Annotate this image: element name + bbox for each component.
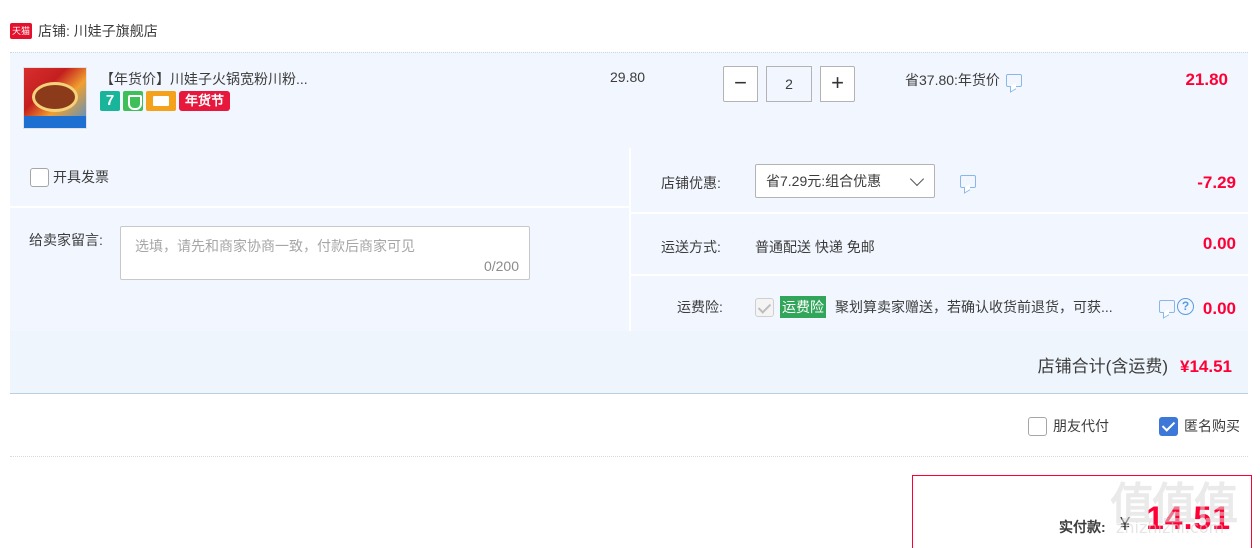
order-options-panel: 开具发票 给卖家留言: 选填，请先和商家协商一致，付款后商家可见 0/200 店… <box>10 148 1248 394</box>
coupon-amount: -7.29 <box>1197 173 1236 192</box>
item-total-price: 21.80 <box>1185 70 1228 89</box>
quantity-input[interactable]: 2 <box>766 66 812 102</box>
message-label: 给卖家留言: <box>29 232 103 248</box>
insurance-amount: 0.00 <box>1202 299 1236 318</box>
anonymous-label: 匿名购买 <box>1184 418 1240 434</box>
insurance-label: 运费险: <box>677 299 723 315</box>
invoice-option[interactable]: 开具发票 <box>30 167 109 187</box>
festival-badge: 年货节 <box>179 91 231 111</box>
insurance-checkbox <box>755 298 774 317</box>
shop-coupon-selected: 省7.29元:组合优惠 <box>766 173 882 189</box>
product-thumbnail[interactable] <box>23 67 87 129</box>
shop-coupon-label: 店铺优惠: <box>661 175 721 191</box>
right-options: 店铺优惠: 省7.29元:组合优惠 -7.29 运送方式: 普通配送 快递 免邮… <box>631 148 1248 331</box>
subtotal-amount: ¥14.51 <box>1180 357 1232 376</box>
final-payment-amount: 14.51 <box>1146 500 1232 536</box>
insurance-icons: ? <box>1153 298 1194 315</box>
cart-item-row: 【年货价】川娃子火锅宽粉川粉... 7 年货节 29.80 − 2 + 省37.… <box>10 52 1248 148</box>
increase-quantity-button[interactable]: + <box>820 66 855 102</box>
shield-icon <box>123 91 143 111</box>
friend-pay-label: 朋友代付 <box>1053 418 1109 434</box>
tmall-logo-icon: 天猫 <box>10 23 32 39</box>
shipping-method: 普通配送 快递 免邮 <box>755 239 875 255</box>
decrease-quantity-button[interactable]: − <box>723 66 758 102</box>
insurance-description: 聚划算卖家赠送，若确认收货前退货，可获... <box>835 299 1113 315</box>
anonymous-checkbox[interactable] <box>1159 416 1178 436</box>
shipping-amount: 0.00 <box>1202 234 1236 253</box>
seven-day-return-icon: 7 <box>100 91 120 111</box>
unit-price: 29.80 <box>610 69 646 85</box>
final-currency: ¥ <box>1120 514 1131 534</box>
seller-message-input[interactable]: 选填，请先和商家协商一致，付款后商家可见 0/200 <box>120 226 530 280</box>
friend-pay-option[interactable]: 朋友代付 <box>1028 416 1109 436</box>
chat-icon[interactable] <box>1005 73 1022 87</box>
invoice-checkbox[interactable] <box>30 167 49 187</box>
message-placeholder: 选填，请先和商家协商一致，付款后商家可见 <box>135 238 415 254</box>
shop-subtotal: 店铺合计(含运费) ¥14.51 <box>1038 352 1232 377</box>
insurance-chat-icon[interactable] <box>1159 300 1175 313</box>
insurance-tag: 运费险 <box>780 296 826 318</box>
invoice-label: 开具发票 <box>53 169 109 185</box>
divider <box>10 456 1248 457</box>
help-icon[interactable]: ? <box>1177 298 1194 315</box>
friend-pay-checkbox[interactable] <box>1028 416 1047 436</box>
discount-note-text: 省37.80:年货价 <box>905 72 1000 88</box>
shop-name[interactable]: 店铺: 川娃子旗舰店 <box>38 21 158 41</box>
quantity-stepper: − 2 + <box>723 66 855 102</box>
credit-card-icon <box>146 91 176 111</box>
subtotal-label: 店铺合计(含运费) <box>1037 357 1168 376</box>
coupon-chat-icon[interactable] <box>960 175 976 188</box>
shop-header: 天猫 店铺: 川娃子旗舰店 <box>10 20 158 42</box>
message-char-count: 0/200 <box>483 258 519 274</box>
final-payment-box: 实付款: ¥ 14.51 <box>912 475 1252 548</box>
product-title[interactable]: 【年货价】川娃子火锅宽粉川粉... <box>100 69 308 89</box>
shop-coupon-select[interactable]: 省7.29元:组合优惠 <box>755 164 935 198</box>
chevron-down-icon <box>909 171 925 187</box>
product-badges: 7 年货节 <box>100 91 231 111</box>
discount-note: 省37.80:年货价 <box>905 70 1022 90</box>
shipping-label: 运送方式: <box>661 239 721 255</box>
left-options: 开具发票 给卖家留言: 选填，请先和商家协商一致，付款后商家可见 0/200 <box>10 148 629 331</box>
anonymous-option[interactable]: 匿名购买 <box>1159 416 1240 436</box>
final-payment-label: 实付款: <box>1059 519 1106 535</box>
payment-options: 朋友代付 匿名购买 <box>1028 416 1240 436</box>
